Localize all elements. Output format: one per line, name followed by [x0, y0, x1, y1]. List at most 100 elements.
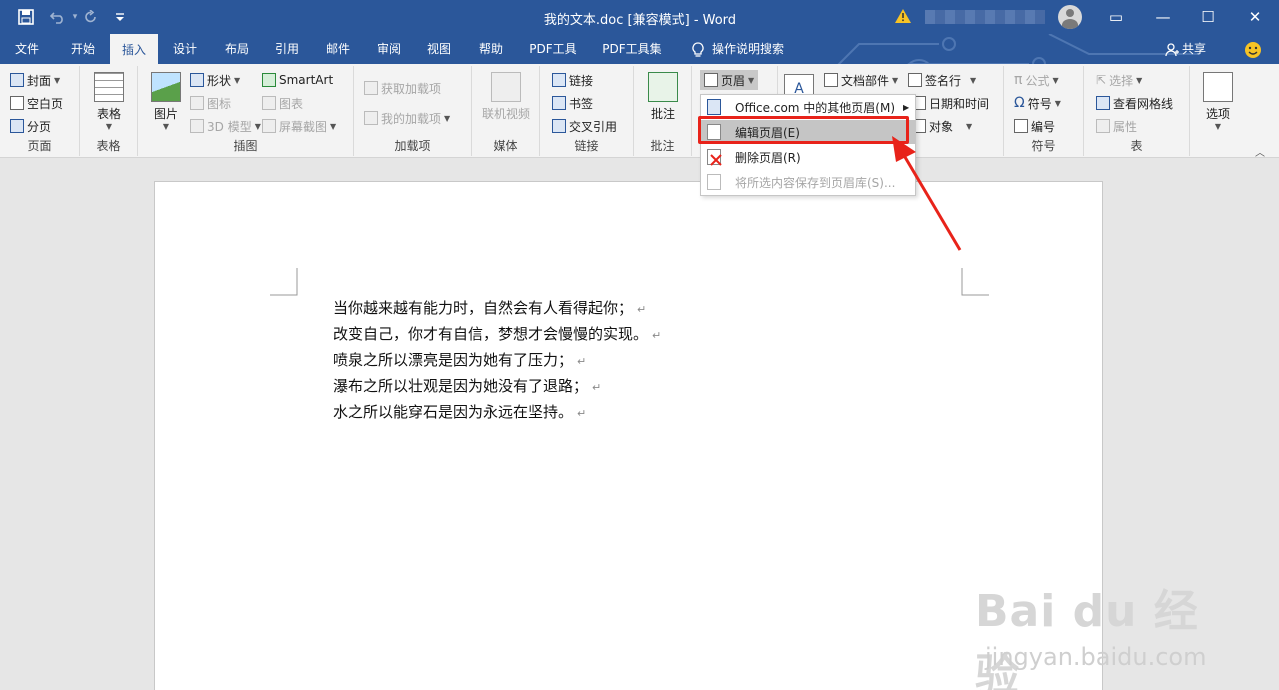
collapse-ribbon-icon[interactable]: ︿ — [1255, 144, 1265, 159]
tab-insert[interactable]: 插入 — [110, 34, 158, 64]
remove-header-icon — [707, 149, 722, 166]
tab-review[interactable]: 审阅 — [364, 34, 414, 64]
blank-page-button[interactable]: 空白页 — [10, 93, 63, 113]
close-button[interactable]: ✕ — [1240, 6, 1270, 28]
tab-home[interactable]: 开始 — [56, 34, 110, 64]
cross-reference-label: 交叉引用 — [569, 119, 618, 134]
number-button[interactable]: 编号 — [1014, 116, 1055, 136]
chevron-down-icon: ▼ — [748, 75, 755, 85]
tab-references[interactable]: 引用 — [262, 34, 312, 64]
header-icon — [704, 73, 718, 87]
chevron-down-icon: ▼ — [892, 75, 899, 85]
tab-file[interactable]: 文件 — [0, 34, 54, 64]
blurred-account-name — [925, 10, 1045, 24]
document-line: 改变自己，你才有自信，梦想才会慢慢的实现。 ↵ — [333, 322, 661, 348]
picture-button[interactable]: 图片 ▼ — [148, 72, 184, 131]
properties-label: 属性 — [1113, 119, 1138, 134]
table-button[interactable]: 表格 ▼ — [86, 72, 132, 131]
group-tables: 表格 ▼ 表格 — [80, 66, 138, 156]
smartart-label: SmartArt — [279, 73, 334, 87]
equation-button[interactable]: π 公式 ▼ — [1014, 70, 1059, 90]
chart-label: 图表 — [279, 96, 304, 111]
link-icon — [552, 73, 566, 87]
tab-design[interactable]: 设计 — [160, 34, 210, 64]
chevron-down-icon: ▼ — [254, 121, 261, 131]
document-parts-button[interactable]: 文档部件 ▼ — [824, 70, 898, 90]
signature-line-button[interactable]: 签名行 ▼ — [908, 70, 976, 90]
ribbon-display-options-button[interactable]: ▭ — [1101, 6, 1131, 28]
menu-item-label: 将所选内容保存到页眉库(S)... — [735, 175, 896, 190]
shapes-label: 形状 — [207, 73, 232, 88]
tab-help[interactable]: 帮助 — [466, 34, 516, 64]
group-label-addins: 加载项 — [394, 139, 431, 153]
smiley-feedback-icon[interactable] — [1243, 34, 1263, 64]
avatar[interactable] — [1058, 5, 1082, 29]
new-comment-button[interactable]: 批注 — [642, 72, 684, 122]
undo-icon[interactable] — [46, 6, 70, 28]
margin-corner-top-right-icon — [961, 268, 989, 296]
line-text: 水之所以能穿石是因为永远在坚持。 — [333, 403, 574, 421]
get-addins-button[interactable]: 获取加载项 — [364, 78, 441, 98]
share-icon[interactable] — [1162, 34, 1182, 64]
redo-icon[interactable] — [80, 6, 102, 28]
save-icon[interactable] — [14, 6, 38, 28]
group-addins: 获取加载项 我的加载项 ▼ 加载项 — [354, 66, 472, 156]
annotation-highlight-box — [698, 116, 909, 144]
minimize-button[interactable]: — — [1148, 6, 1178, 28]
chart-icon — [262, 96, 276, 110]
cross-reference-icon — [552, 119, 566, 133]
chart-button[interactable]: 图表 — [262, 93, 303, 113]
tell-me-search[interactable]: 操作说明搜索 — [712, 34, 796, 64]
cover-page-button[interactable]: 封面 ▼ — [10, 70, 60, 90]
cover-page-label: 封面 — [27, 73, 52, 88]
smartart-icon — [262, 73, 276, 87]
shapes-button[interactable]: 形状 ▼ — [190, 70, 240, 90]
smartart-button[interactable]: SmartArt — [262, 70, 333, 90]
screenshot-button[interactable]: 屏幕截图 ▼ — [262, 116, 336, 136]
tab-mailings[interactable]: 邮件 — [313, 34, 363, 64]
header-button[interactable]: 页眉 ▼ — [700, 70, 759, 90]
document-body[interactable]: 当你越来越有能力时，自然会有人看得起你； ↵ 改变自己，你才有自信，梦想才会慢慢的… — [333, 296, 661, 426]
tab-pdf-tools[interactable]: PDF工具 — [520, 34, 586, 64]
options-button[interactable]: 选项 ▼ — [1196, 72, 1240, 131]
maximize-button[interactable]: ☐ — [1193, 6, 1223, 28]
select-button[interactable]: ⇱ 选择 ▼ — [1096, 70, 1142, 90]
3d-models-button[interactable]: 3D 模型 ▼ — [190, 116, 261, 136]
share-button[interactable]: 共享 — [1182, 34, 1210, 64]
screenshot-icon — [262, 119, 276, 133]
customize-quick-access-icon[interactable] — [110, 6, 130, 28]
pi-icon: π — [1014, 72, 1023, 88]
office-com-icon — [707, 99, 721, 115]
warning-icon[interactable] — [895, 9, 911, 23]
icons-button[interactable]: 图标 — [190, 93, 231, 113]
3d-model-icon — [190, 119, 204, 133]
chevron-down-icon: ▼ — [234, 75, 241, 85]
online-video-button[interactable]: 联机视频 — [478, 72, 534, 122]
circuit-decoration-icon — [837, 34, 1199, 64]
blank-page-label: 空白页 — [27, 96, 64, 111]
chevron-down-icon: ▼ — [1054, 98, 1061, 108]
tab-view[interactable]: 视图 — [414, 34, 464, 64]
chevron-down-icon: ▼ — [970, 75, 977, 85]
paragraph-mark: ↵ — [577, 355, 587, 368]
view-gridlines-button[interactable]: 查看网格线 — [1096, 93, 1173, 113]
page-break-button[interactable]: 分页 — [10, 116, 51, 136]
baidu-watermark: Bai du 经验 jingyan.baidu.com — [975, 555, 1235, 690]
tab-pdf-toolset[interactable]: PDF工具集 — [594, 34, 670, 64]
lightbulb-icon[interactable] — [688, 34, 708, 64]
chevron-down-icon: ▼ — [162, 122, 170, 131]
properties-button[interactable]: 属性 — [1096, 116, 1137, 136]
group-illustrations: 图片 ▼ 形状 ▼ 图标 3D 模型 ▼ SmartArt 图表 屏幕截图 ▼ 插图 — [138, 66, 354, 156]
date-time-button[interactable]: 日期和时间 — [912, 93, 989, 113]
online-video-icon — [491, 72, 521, 102]
cross-reference-button[interactable]: 交叉引用 — [552, 116, 617, 136]
page-break-icon — [10, 119, 24, 133]
blank-page-icon — [10, 96, 24, 110]
my-addins-button[interactable]: 我的加载项 ▼ — [364, 108, 450, 128]
tab-layout[interactable]: 布局 — [212, 34, 262, 64]
symbol-button[interactable]: Ω 符号 ▼ — [1014, 93, 1061, 113]
bookmark-button[interactable]: 书签 — [552, 93, 593, 113]
bookmark-icon — [552, 96, 566, 110]
link-button[interactable]: 链接 — [552, 70, 593, 90]
group-label-media: 媒体 — [493, 139, 518, 153]
